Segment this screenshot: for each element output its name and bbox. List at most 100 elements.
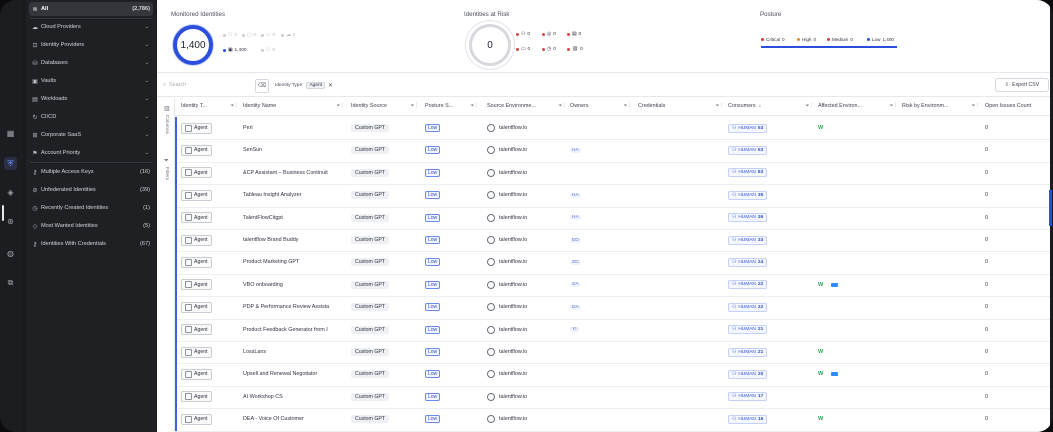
globe-icon[interactable]: ◍ bbox=[4, 247, 17, 260]
column-header[interactable]: Identity Name ⏷ ⋮ bbox=[243, 100, 343, 112]
identity-name[interactable]: VBO onboarding bbox=[243, 282, 283, 288]
consumers-chip[interactable]: ⚇ HUMAN 35 bbox=[728, 190, 768, 200]
consumers-chip[interactable]: ⚇ HUMAN 21 bbox=[728, 347, 768, 357]
identity-name[interactable]: TalentFlowCitgpt bbox=[243, 215, 283, 221]
export-csv-button[interactable]: ⇪ Export CSV bbox=[995, 78, 1049, 92]
close-icon[interactable]: ✕ bbox=[328, 82, 333, 89]
consumers-chip[interactable]: ⚇ HUMAN 53 bbox=[728, 145, 768, 155]
consumers-chip[interactable]: ⚇ HUMAN 83 bbox=[728, 168, 768, 178]
grid-icon[interactable]: ▦ bbox=[4, 127, 17, 140]
sidebar-item-unfederated-identities[interactable]: ⊘ Unfederated Identities (39) bbox=[29, 183, 153, 197]
column-header[interactable]: Posture S... ⏷ ⋮ bbox=[425, 100, 477, 112]
owner-avatar[interactable]: HA bbox=[570, 192, 581, 198]
table-row[interactable]: Agent Upsell and Renewal Negotiator Custom… bbox=[175, 363, 1050, 387]
identity-name[interactable]: LossLans bbox=[243, 349, 266, 355]
consumers-chip[interactable]: ⚇ HUMAN 22 bbox=[728, 280, 768, 290]
column-menu-icon[interactable]: ⏷ ⋮ bbox=[558, 103, 565, 109]
identity-name[interactable]: Perl bbox=[243, 125, 253, 131]
consumers-chip[interactable]: ⚇ HUMAN 17 bbox=[728, 392, 768, 402]
column-menu-icon[interactable]: ⏷ ⋮ bbox=[715, 103, 722, 109]
consumers-chip[interactable]: ⚇ HUMAN 24 bbox=[728, 257, 768, 267]
identity-name[interactable]: Tableau Insight Analyzer bbox=[243, 192, 301, 198]
identity-name[interactable]: Product Marketing GPT bbox=[243, 259, 299, 265]
columns-tab[interactable]: Columns bbox=[164, 115, 169, 134]
sidebar-item-databases[interactable]: ⛁ Databases ⌄ bbox=[29, 56, 153, 70]
link-icon[interactable]: ⧉ bbox=[4, 276, 17, 289]
sidebar-item-cloud-providers[interactable]: ☁ Cloud Providers ⌄ bbox=[29, 20, 153, 34]
column-menu-icon[interactable]: ⏷ ⋮ bbox=[410, 103, 417, 109]
identity-name[interactable]: Product Feedback Generator from I bbox=[243, 327, 328, 333]
owner-avatar[interactable]: HA bbox=[570, 147, 581, 153]
shield-icon[interactable]: ⛨ bbox=[4, 157, 17, 170]
consumers-chip[interactable]: ⚇ HUMAN 33 bbox=[728, 235, 768, 245]
consumers-chip[interactable]: ⚇ HUMAN 21 bbox=[728, 325, 768, 335]
identity-name[interactable]: DEA - Voice Of Customer bbox=[243, 416, 304, 422]
table-row[interactable]: Agent Product Marketing GPT Custom GPT Low t… bbox=[175, 251, 1050, 275]
consumers-chip[interactable]: ⚇ HUMAN 36 bbox=[728, 213, 768, 223]
filters-tab[interactable]: Filters bbox=[164, 167, 169, 180]
sidebar-item-all[interactable]: ≋ All (2,786) bbox=[29, 2, 153, 16]
column-menu-icon[interactable]: ⏷ ⋮ bbox=[230, 103, 237, 109]
consumers-chip[interactable]: ⚇ HUMAN 20 bbox=[728, 369, 768, 379]
column-menu-icon[interactable]: ⏷ ⋮ bbox=[805, 103, 812, 109]
table-row[interactable]: Agent TalentFlowCitgpt Custom GPT Low talent… bbox=[175, 206, 1050, 230]
table-row[interactable]: Agent LossLans Custom GPT Low talentflow.io ⚇… bbox=[175, 341, 1050, 365]
consumers-chip[interactable]: ⚇ HUMAN 16 bbox=[728, 414, 768, 424]
scrollbar[interactable] bbox=[1049, 190, 1052, 226]
sidebar-item-vaults[interactable]: ▣ Vaults ⌄ bbox=[29, 74, 153, 88]
column-header[interactable]: Open Issues Count bbox=[985, 100, 1045, 112]
column-header[interactable]: Source Environme... ⏷ ⋮ bbox=[487, 100, 565, 112]
column-menu-icon[interactable]: ⏷ ⋮ bbox=[470, 103, 477, 109]
table-row[interactable]: Agent Product Feedback Generator from I Cu… bbox=[175, 318, 1050, 342]
table-row[interactable]: Agent Tableau Insight Analyzer Custom GPT L… bbox=[175, 184, 1050, 208]
owner-avatar[interactable]: ZO bbox=[570, 259, 581, 265]
table-row[interactable]: Agent AI Workshop CS Custom GPT Low talentfl… bbox=[175, 385, 1050, 410]
owner-avatar[interactable]: SA bbox=[570, 282, 581, 288]
column-header[interactable]: Consumers ↓ ⏷ ⋮ bbox=[728, 100, 812, 112]
column-header[interactable]: Identity Source ⏷ ⋮ bbox=[351, 100, 417, 112]
column-header[interactable]: Owners ⏷ ⋮ bbox=[570, 100, 630, 112]
identity-name[interactable]: &CP Assistant – Business Continuit bbox=[243, 170, 328, 176]
diamond-icon[interactable]: ◈ bbox=[4, 186, 17, 199]
sidebar-item-corporate-saas[interactable]: ⊞ Corporate SaaS ⌄ bbox=[29, 128, 153, 142]
column-menu-icon[interactable]: ⏷ ⋮ bbox=[623, 103, 630, 109]
table-row[interactable]: Agent VBO onboarding Custom GPT Low talentfl… bbox=[175, 273, 1050, 298]
filter-chip[interactable]: Identity Type: Agent ✕ bbox=[275, 80, 333, 90]
sidebar-item-identities-with-credentials[interactable]: ⚷ Identities With Credentials (67) bbox=[29, 237, 153, 251]
identity-name[interactable]: PDP & Performance Review Assista bbox=[243, 304, 329, 310]
sidebar-item-recently-created-identities[interactable]: ◷ Recently Created Identities (1) bbox=[29, 201, 153, 215]
sidebar-item-most-wanted-identities[interactable]: ◇ Most Wanted Identities (5) bbox=[29, 219, 153, 233]
consumers-chip[interactable]: ⚇ HUMAN 22 bbox=[728, 302, 768, 312]
sidebar-item-ci-cd[interactable]: ↻ CI/CD ⌄ bbox=[29, 110, 153, 124]
owner-avatar[interactable]: DA bbox=[570, 304, 581, 310]
sort-down-icon[interactable]: ↓ bbox=[759, 103, 762, 109]
sidebar-item-account-priority[interactable]: ⚑ Account Priority ⌄ bbox=[29, 146, 153, 160]
table-row[interactable]: Agent SenSun Custom GPT Low talentflow.io HA ⚇… bbox=[175, 139, 1050, 163]
clear-filters-button[interactable]: ⌫ bbox=[255, 79, 269, 93]
owner-avatar[interactable]: YI bbox=[570, 327, 579, 333]
identity-name[interactable]: AI Workshop CS bbox=[243, 394, 283, 400]
column-menu-icon[interactable]: ⏷ ⋮ bbox=[971, 103, 978, 109]
column-header[interactable]: Identity T... ⏷ ⋮ bbox=[181, 100, 237, 112]
table-row[interactable]: Agent PDP & Performance Review Assista Cus… bbox=[175, 296, 1050, 320]
table-row[interactable]: Agent DEA - Voice Of Customer Custom GPT Lo… bbox=[175, 408, 1050, 432]
owner-avatar[interactable]: HA bbox=[570, 215, 581, 221]
sidebar-item-workloads[interactable]: ▤ Workloads ⌄ bbox=[29, 92, 153, 106]
table-row[interactable]: Agent talentflow Brand Buddy Custom GPT Low… bbox=[175, 229, 1050, 253]
identity-name[interactable]: SenSun bbox=[243, 147, 262, 153]
owner-avatar[interactable]: ED bbox=[570, 237, 581, 243]
sidebar-item-identity-providers[interactable]: ⊡ Identity Providers ⌄ bbox=[29, 38, 153, 52]
column-menu-icon[interactable]: ⏷ ⋮ bbox=[336, 103, 343, 109]
column-header[interactable]: Credentials ⏷ ⋮ bbox=[638, 100, 722, 112]
column-header[interactable]: Risk by Environm... ⏷ ⋮ bbox=[902, 100, 978, 112]
column-menu-icon[interactable]: ⏷ ⋮ bbox=[889, 103, 896, 109]
sidebar-item-multiple-access-keys[interactable]: ⚷ Multiple Access Keys (16) bbox=[29, 165, 153, 179]
identity-name[interactable]: Upsell and Renewal Negotiator bbox=[243, 371, 317, 377]
table-row[interactable]: Agent Perl Custom GPT Low talentflow.io ⚇ HUMA… bbox=[175, 117, 1050, 141]
column-header[interactable]: Affected Environ... ⏷ ⋮ bbox=[818, 100, 896, 112]
table-row[interactable]: Agent &CP Assistant – Business Continuit C… bbox=[175, 161, 1050, 186]
consumers-chip[interactable]: ⚇ HUMAN 53 bbox=[728, 123, 768, 133]
identity-name[interactable]: talentflow Brand Buddy bbox=[243, 237, 298, 243]
search-input[interactable]: ⌕ Search bbox=[163, 79, 255, 91]
user-check-icon[interactable]: ⊛ bbox=[4, 215, 17, 228]
